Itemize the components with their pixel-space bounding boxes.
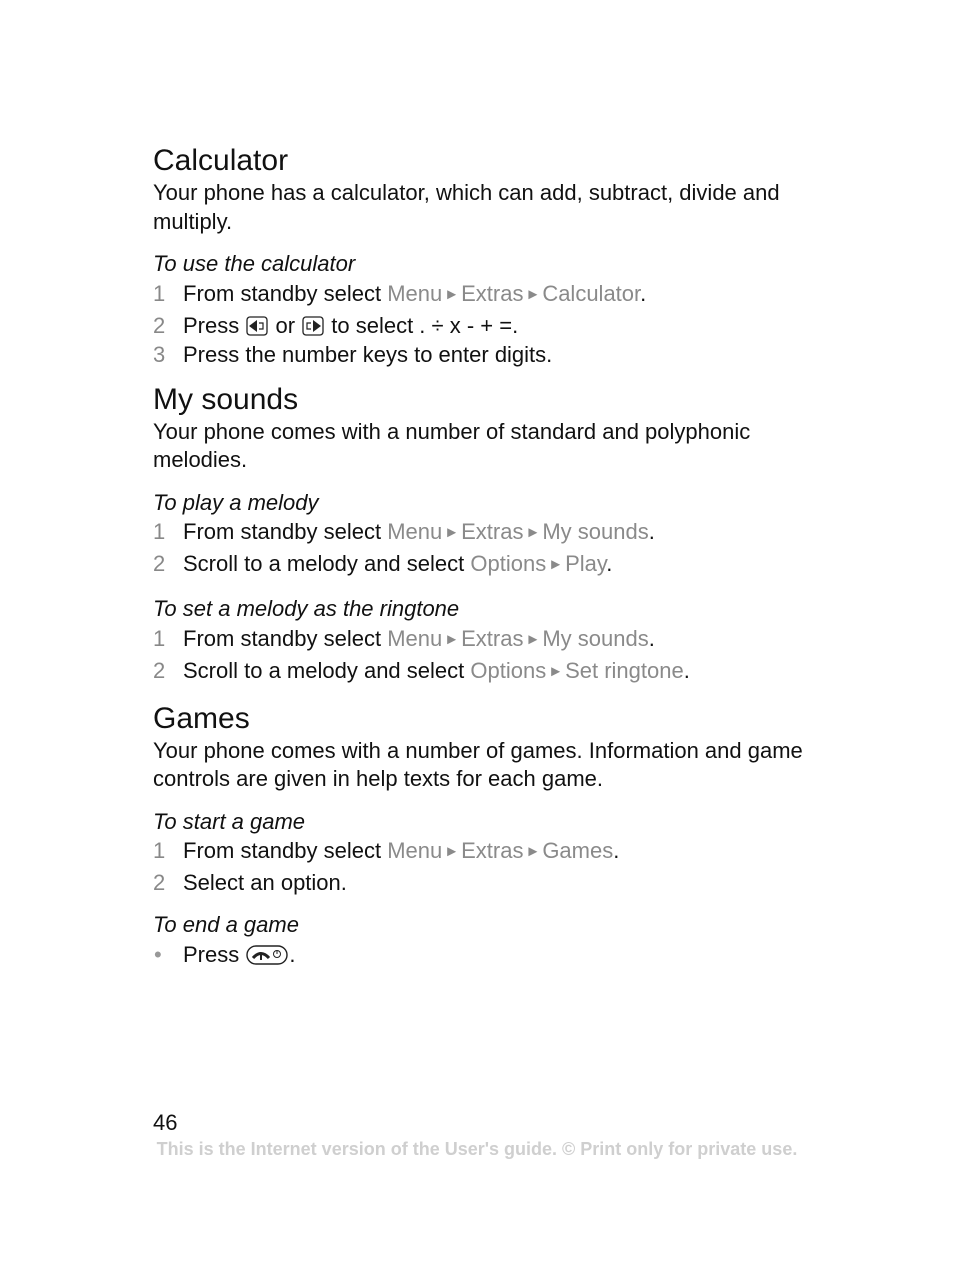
step-number: 3: [153, 341, 166, 367]
menu-item: Extras: [461, 838, 524, 863]
task-title-end-game: To end a game: [153, 912, 299, 937]
navigation-right-key-icon: [301, 315, 325, 337]
footer-notice: This is the Internet version of the User…: [156, 1139, 798, 1159]
task-title-set-ringtone: To set a melody as the ringtone: [153, 596, 460, 621]
step: 1 From standby select Menu ►Extras ►Calcul…: [153, 280, 647, 306]
task-title-start-game: To start a game: [153, 808, 306, 834]
step: 3 Press the number keys to enter digits.: [153, 341, 553, 367]
navigation-left-key-icon: [245, 315, 269, 337]
step-number: 1: [153, 280, 166, 306]
play-melody-steps: 1 From standby select Menu ►Extras ►My sou…: [153, 517, 833, 581]
arrow-icon: ►: [525, 630, 541, 648]
menu-item: Menu: [387, 625, 443, 651]
arrow-icon: ►: [444, 524, 460, 541]
arrow-icon: ►: [444, 630, 460, 648]
games-intro: Your phone comes with a number of games.…: [153, 737, 803, 792]
menu-item: Options: [470, 551, 547, 576]
end-game-steps: • Press .: [153, 940, 833, 969]
step-number: 2: [153, 312, 166, 338]
menu-item: Games: [542, 838, 614, 863]
step-number: 1: [153, 838, 166, 863]
calculator-steps: 1 From standby select Menu ►Extras ►Calcul…: [153, 279, 833, 369]
menu-item: Menu: [387, 280, 443, 306]
section-title-calculator: Calculator: [153, 144, 289, 177]
task-title-use-calculator: To use the calculator: [153, 251, 356, 276]
menu-item: Extras: [461, 519, 524, 544]
arrow-icon: ►: [444, 843, 460, 860]
step-number: 1: [153, 519, 166, 544]
step-number: 2: [153, 657, 166, 683]
section-title-my-sounds: My sounds: [153, 382, 299, 416]
calculator-intro: Your phone has a calculator, which can a…: [153, 180, 780, 234]
arrow-icon: ►: [444, 285, 460, 303]
menu-item: Set ringtone: [565, 657, 684, 683]
step-number: 2: [153, 870, 166, 895]
bullet-item: • Press .: [154, 941, 296, 967]
menu-item: Menu: [387, 519, 443, 544]
end-call-key-icon: [245, 944, 289, 966]
arrow-icon: ►: [525, 285, 541, 303]
arrow-icon: ►: [548, 662, 564, 680]
start-game-steps: 1 From standby select Menu ►Extras ►Games.…: [153, 836, 833, 897]
arrow-icon: ►: [525, 843, 541, 860]
set-ringtone-steps: 1 From standby select Menu ►Extras ►My sou…: [153, 624, 833, 688]
menu-item: Options: [470, 657, 547, 683]
arrow-icon: ►: [525, 524, 541, 541]
menu-item: Extras: [461, 280, 524, 306]
bullet-icon: •: [154, 941, 162, 967]
step: 2 Select an option.: [153, 870, 347, 895]
arrow-icon: ►: [548, 556, 564, 573]
step: 1 From standby select Menu ►Extras ►My sou…: [153, 625, 655, 651]
task-title-play-melody: To play a melody: [153, 489, 319, 515]
step: 1 From standby select Menu ►Extras ►Games.: [153, 838, 620, 863]
my-sounds-intro: Your phone comes with a number of standa…: [153, 418, 751, 473]
page-content: Calculator Your phone has a calculator, …: [153, 143, 833, 969]
step: 2 Press or to select . ÷ x - + =.: [153, 312, 519, 338]
step: 2 Scroll to a melody and select Options ►…: [153, 551, 613, 576]
step: 1 From standby select Menu ►Extras ►My sou…: [153, 519, 655, 544]
page-number: 46: [153, 1110, 178, 1135]
step-number: 1: [153, 625, 166, 651]
menu-item: Extras: [461, 625, 524, 651]
step: 2 Scroll to a melody and select Options ►…: [153, 657, 690, 683]
section-title-games: Games: [153, 701, 250, 735]
menu-item: My sounds: [542, 519, 649, 544]
step-number: 2: [153, 551, 166, 576]
menu-item: Play: [565, 551, 607, 576]
menu-item: Calculator: [542, 280, 641, 306]
menu-item: Menu: [387, 838, 443, 863]
menu-item: My sounds: [542, 625, 649, 651]
